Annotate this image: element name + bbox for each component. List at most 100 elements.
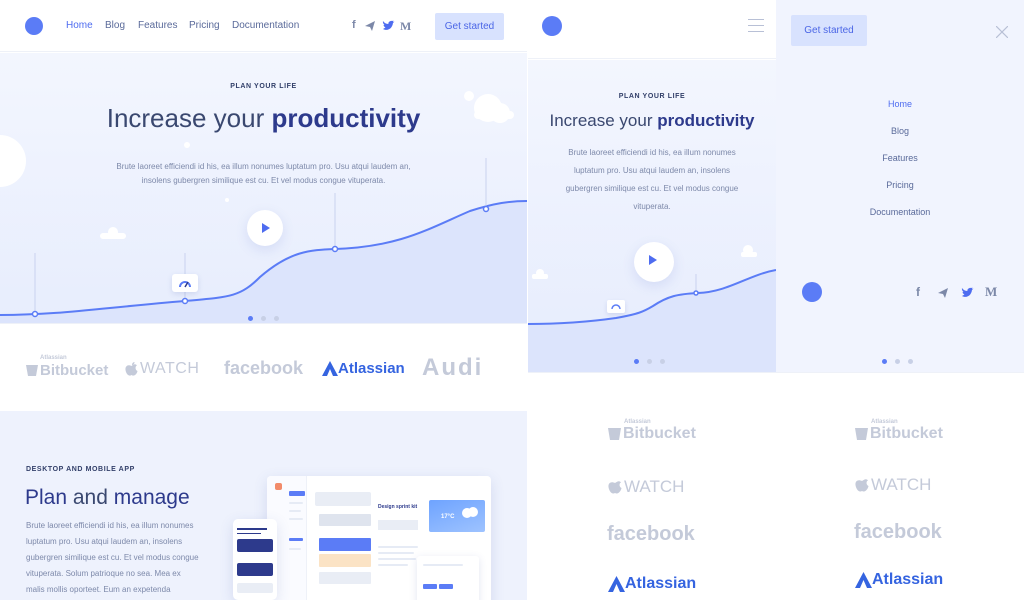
- brand-name: Bitbucket: [623, 425, 696, 442]
- brand-bitbucket: Atlassian Bitbucket: [855, 419, 943, 443]
- menu-features[interactable]: Features: [776, 153, 1024, 163]
- hero-eyebrow: PLAN YOUR LIFE: [618, 93, 686, 100]
- menu-home[interactable]: Home: [776, 99, 1024, 109]
- desktop-navbar: Home Blog Features Pricing Documentation…: [0, 0, 527, 52]
- desktop-layout: Home Blog Features Pricing Documentation…: [0, 0, 527, 600]
- brand-atlassian: Atlassian: [322, 360, 405, 377]
- nav-documentation[interactable]: Documentation: [232, 20, 299, 31]
- hamburger-icon[interactable]: [748, 19, 764, 32]
- carousel-dots: [882, 351, 921, 369]
- carousel-dot[interactable]: [274, 316, 279, 321]
- carousel-dot[interactable]: [908, 359, 913, 364]
- apple-icon: [855, 479, 869, 492]
- section-title-part: and: [72, 486, 108, 509]
- apple-icon: [608, 481, 622, 494]
- medium-icon[interactable]: M: [400, 19, 411, 34]
- logo[interactable]: [25, 17, 43, 35]
- desktop-hero: PLAN YOUR LIFE Increase your productivit…: [0, 53, 527, 323]
- nav-home[interactable]: Home: [66, 20, 93, 31]
- section-title: Plan and manage: [25, 486, 190, 510]
- logo[interactable]: [802, 282, 822, 302]
- menu-blog[interactable]: Blog: [776, 126, 1024, 136]
- medium-icon[interactable]: M: [985, 284, 997, 300]
- brand-name: Bitbucket: [40, 362, 109, 379]
- apple-icon: [125, 361, 138, 376]
- twitter-icon[interactable]: [382, 19, 395, 37]
- body-line: gubergren similique est cu. Et vel modus…: [26, 553, 199, 562]
- body-line: malis mollis oporteet. Eum an expetenda: [26, 585, 171, 594]
- logo[interactable]: [542, 16, 562, 36]
- gauge-icon: [172, 274, 198, 292]
- section-body: Brute laoreet efficiendi id his, ea illu…: [26, 518, 236, 598]
- brand-strip: Atlassian Bitbucket WATCH facebook Atlas…: [0, 323, 527, 411]
- hero-lead-line: Brute laoreet efficiendi id his, ea illu…: [116, 162, 411, 171]
- hero-title-bold: productivity: [271, 103, 421, 133]
- twitter-icon[interactable]: [961, 286, 974, 304]
- play-icon[interactable]: [634, 242, 674, 282]
- hero-lead-line: gubergren similique est cu. Et vel modus…: [565, 184, 739, 193]
- hero-lead: Brute laoreet efficiendi id his, ea illu…: [60, 160, 467, 188]
- hero-background-illustration: [0, 91, 527, 323]
- brand-name: WATCH: [624, 477, 685, 496]
- brand-bitbucket: Atlassian Bitbucket: [26, 355, 108, 379]
- atlassian-icon: [322, 361, 338, 376]
- bucket-icon: [608, 428, 621, 440]
- atlassian-icon: [608, 576, 625, 592]
- brand-name: WATCH: [140, 360, 200, 377]
- nav-blog[interactable]: Blog: [105, 20, 125, 31]
- hero-lead-line: Brute laoreet efficiendi id his, ea illu…: [568, 148, 736, 157]
- play-icon[interactable]: [247, 210, 283, 246]
- nav-features[interactable]: Features: [138, 20, 177, 31]
- weather-temp: 17°C: [441, 514, 455, 520]
- get-started-button[interactable]: Get started: [791, 15, 867, 46]
- brand-facebook: facebook: [854, 521, 942, 543]
- mobile-brand-grid: Atlassian Bitbucket WATCH facebook Atlas…: [528, 372, 1024, 600]
- section-eyebrow: DESKTOP AND MOBILE APP: [26, 466, 135, 473]
- brand-name: Bitbucket: [870, 425, 943, 442]
- menu-documentation[interactable]: Documentation: [776, 207, 1024, 217]
- brand-facebook: facebook: [224, 358, 304, 378]
- brand-small-label: Atlassian: [40, 355, 67, 361]
- brand-bitbucket: Atlassian Bitbucket: [608, 419, 696, 443]
- mobile-header: [528, 0, 776, 59]
- carousel-dot[interactable]: [634, 359, 639, 364]
- carousel-dot[interactable]: [248, 316, 253, 321]
- body-line: vituperata. Solum patrioque no sea. Mea …: [26, 569, 181, 578]
- carousel-dot[interactable]: [660, 359, 665, 364]
- mobile-layout: PLAN YOUR LIFE Increase your productivit…: [528, 0, 1024, 600]
- facebook-icon[interactable]: f: [352, 19, 356, 31]
- brand-facebook: facebook: [607, 523, 695, 545]
- section-title-part: Plan: [25, 486, 68, 509]
- body-line: luptatum pro. Usu atqui laudem an, insol…: [26, 537, 183, 546]
- section-title-part: manage: [113, 486, 190, 509]
- brand-atlassian: Atlassian: [608, 575, 696, 593]
- gauge-icon: [607, 300, 625, 313]
- bucket-icon: [26, 365, 38, 376]
- hero-title-bold: productivity: [657, 111, 755, 130]
- bucket-icon: [855, 428, 868, 440]
- hero-lead-line: vituperata.: [633, 202, 671, 211]
- mobile-hero: PLAN YOUR LIFE Increase your productivit…: [528, 60, 776, 372]
- carousel-dot[interactable]: [882, 359, 887, 364]
- brand-name: Atlassian: [625, 575, 697, 592]
- telegram-icon[interactable]: [937, 286, 949, 304]
- cloud-icon: [462, 507, 478, 518]
- close-icon[interactable]: [995, 25, 1009, 39]
- carousel-dots: [248, 308, 287, 323]
- desktop-app-mockup: Design sprint kit 17°C: [267, 476, 491, 600]
- get-started-button[interactable]: Get started: [435, 13, 504, 40]
- menu-pricing[interactable]: Pricing: [776, 180, 1024, 190]
- mockup-card-title: Design sprint kit: [378, 504, 418, 510]
- facebook-icon[interactable]: f: [916, 285, 920, 299]
- carousel-dots: [634, 351, 673, 369]
- hero-lead-line: insolens gubergren similique est cu. Et …: [141, 176, 386, 185]
- brand-apple-watch: WATCH: [608, 477, 684, 497]
- carousel-dot[interactable]: [895, 359, 900, 364]
- nav-pricing[interactable]: Pricing: [189, 20, 220, 31]
- carousel-dot[interactable]: [647, 359, 652, 364]
- brand-name: Atlassian: [872, 571, 944, 588]
- carousel-dot[interactable]: [261, 316, 266, 321]
- hero-title: Increase your productivity: [528, 111, 776, 131]
- body-line: Brute laoreet efficiendi id his, ea illu…: [26, 521, 194, 530]
- telegram-icon[interactable]: [364, 19, 376, 37]
